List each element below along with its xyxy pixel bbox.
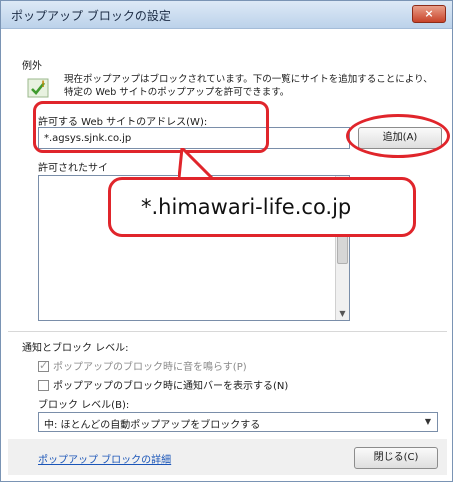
dialog-body: 例外 ! 現在ポップアップはブロックされています。下の一覧にサイトを追加すること… bbox=[8, 35, 447, 475]
address-field-label: 許可する Web サイトのアドレス(W): bbox=[38, 117, 208, 128]
play-sound-checkbox-row[interactable]: ✓ ポップアップのブロック時に音を鳴らす(P) bbox=[38, 358, 247, 373]
popup-blocker-settings-window: ポップアップ ブロックの設定 × 例外 ! 現在ポップアップはブロックされていま… bbox=[0, 0, 453, 482]
svg-text:!: ! bbox=[41, 80, 45, 90]
exceptions-group-label: 例外 bbox=[22, 61, 42, 72]
close-window-button[interactable]: × bbox=[412, 5, 446, 23]
title-bar[interactable]: ポップアップ ブロックの設定 × bbox=[1, 1, 452, 29]
play-sound-checkbox[interactable]: ✓ bbox=[38, 359, 49, 372]
annotation-callout: *.himawari-life.co.jp bbox=[108, 177, 416, 237]
chevron-down-icon: ▼ bbox=[424, 417, 431, 426]
section-divider bbox=[8, 331, 447, 332]
show-bar-label: ポップアップのブロック時に通知バーを表示する(N) bbox=[53, 381, 289, 392]
show-bar-checkbox-row[interactable]: ポップアップのブロック時に通知バーを表示する(N) bbox=[38, 377, 288, 392]
website-address-input[interactable] bbox=[38, 127, 350, 149]
close-button[interactable]: 閉じる(C) bbox=[354, 447, 438, 469]
block-level-label: ブロック レベル(B): bbox=[38, 400, 130, 411]
check-icon: ✓ bbox=[39, 359, 49, 372]
add-button[interactable]: 追加(A) bbox=[358, 127, 442, 149]
callout-tail bbox=[178, 148, 214, 178]
exceptions-info-text: 現在ポップアップはブロックされています。下の一覧にサイトを追加することにより、特… bbox=[64, 74, 433, 98]
allowed-sites-label: 許可されたサイ bbox=[38, 163, 108, 174]
shield-check-icon: ! bbox=[26, 75, 50, 99]
notification-group-label: 通知とブロック レベル: bbox=[22, 343, 129, 354]
play-sound-label: ポップアップのブロック時に音を鳴らす(P) bbox=[53, 362, 247, 373]
show-bar-checkbox[interactable] bbox=[38, 380, 49, 391]
arrow-down-icon[interactable]: ▼ bbox=[336, 307, 349, 320]
block-level-select[interactable]: 中: ほとんどの自動ポップアップをブロックする ▼ bbox=[38, 412, 438, 432]
block-level-value: 中: ほとんどの自動ポップアップをブロックする bbox=[44, 420, 261, 431]
window-title: ポップアップ ブロックの設定 bbox=[11, 9, 171, 23]
help-link[interactable]: ポップアップ ブロックの詳細 bbox=[38, 451, 171, 466]
